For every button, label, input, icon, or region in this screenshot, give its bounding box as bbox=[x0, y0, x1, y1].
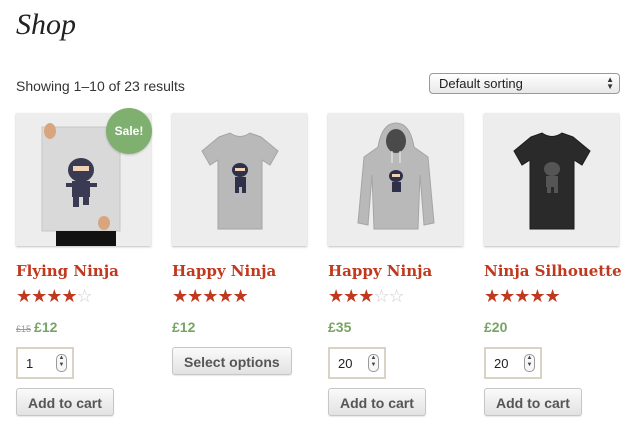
sale-badge: Sale! bbox=[106, 108, 152, 154]
product-title[interactable]: Flying Ninja bbox=[16, 262, 119, 280]
quantity-input[interactable]: 20 ▲ ▼ bbox=[484, 347, 542, 379]
product-image-tshirt[interactable] bbox=[172, 113, 307, 246]
page-title: Shop bbox=[16, 8, 76, 41]
product-card-ninja-silhouette: Ninja Silhouette ★★★★★ £20 20 ▲ ▼ Add to … bbox=[484, 113, 622, 416]
quantity-value: 1 bbox=[26, 356, 34, 371]
quantity-input[interactable]: 1 ▲ ▼ bbox=[16, 347, 74, 379]
old-price: £15 bbox=[16, 324, 32, 334]
product-card-happy-ninja-hoodie: Happy Ninja ★★★☆☆ £35 20 ▲ ▼ Add to cart bbox=[328, 113, 463, 416]
sort-select-value: Default sorting bbox=[439, 76, 523, 91]
product-card-happy-ninja-tshirt: Happy Ninja ★★★★★ £12 Select options bbox=[172, 113, 307, 375]
result-count: Showing 1–10 of 23 results bbox=[16, 78, 185, 94]
stepper-icon[interactable]: ▲ ▼ bbox=[56, 354, 67, 372]
grey-hoodie-image bbox=[328, 113, 463, 246]
product-price: £35 bbox=[328, 319, 351, 335]
price: £20 bbox=[484, 319, 508, 335]
sort-select[interactable]: Default sorting ▲ ▼ bbox=[429, 73, 620, 94]
stepper-icon[interactable]: ▲ ▼ bbox=[368, 354, 379, 372]
product-image-hoodie[interactable] bbox=[328, 113, 463, 246]
quantity-input[interactable]: 20 ▲ ▼ bbox=[328, 347, 386, 379]
add-to-cart-button[interactable]: Add to cart bbox=[328, 388, 426, 416]
product-title[interactable]: Ninja Silhouette bbox=[484, 262, 622, 280]
select-arrows-icon: ▲ ▼ bbox=[606, 75, 614, 91]
sale-price: £12 bbox=[34, 319, 58, 335]
select-options-button[interactable]: Select options bbox=[172, 347, 292, 375]
stepper-icon[interactable]: ▲ ▼ bbox=[524, 354, 535, 372]
star-rating: ★★★☆☆ bbox=[328, 286, 405, 306]
star-rating: ★★★★☆ bbox=[16, 286, 93, 306]
quantity-value: 20 bbox=[494, 356, 509, 371]
star-rating: ★★★★★ bbox=[484, 286, 561, 306]
add-to-cart-button[interactable]: Add to cart bbox=[484, 388, 582, 416]
price: £12 bbox=[172, 319, 196, 335]
black-tshirt-image bbox=[484, 113, 619, 246]
add-to-cart-button[interactable]: Add to cart bbox=[16, 388, 114, 416]
product-price: £15 £12 bbox=[16, 319, 57, 335]
product-price: £12 bbox=[172, 319, 195, 335]
product-image-black-tshirt[interactable] bbox=[484, 113, 619, 246]
product-price: £20 bbox=[484, 319, 507, 335]
star-rating: ★★★★★ bbox=[172, 286, 249, 306]
product-title[interactable]: Happy Ninja bbox=[172, 262, 276, 280]
price: £35 bbox=[328, 319, 352, 335]
product-title[interactable]: Happy Ninja bbox=[328, 262, 432, 280]
grey-tshirt-image bbox=[172, 113, 307, 246]
quantity-value: 20 bbox=[338, 356, 353, 371]
